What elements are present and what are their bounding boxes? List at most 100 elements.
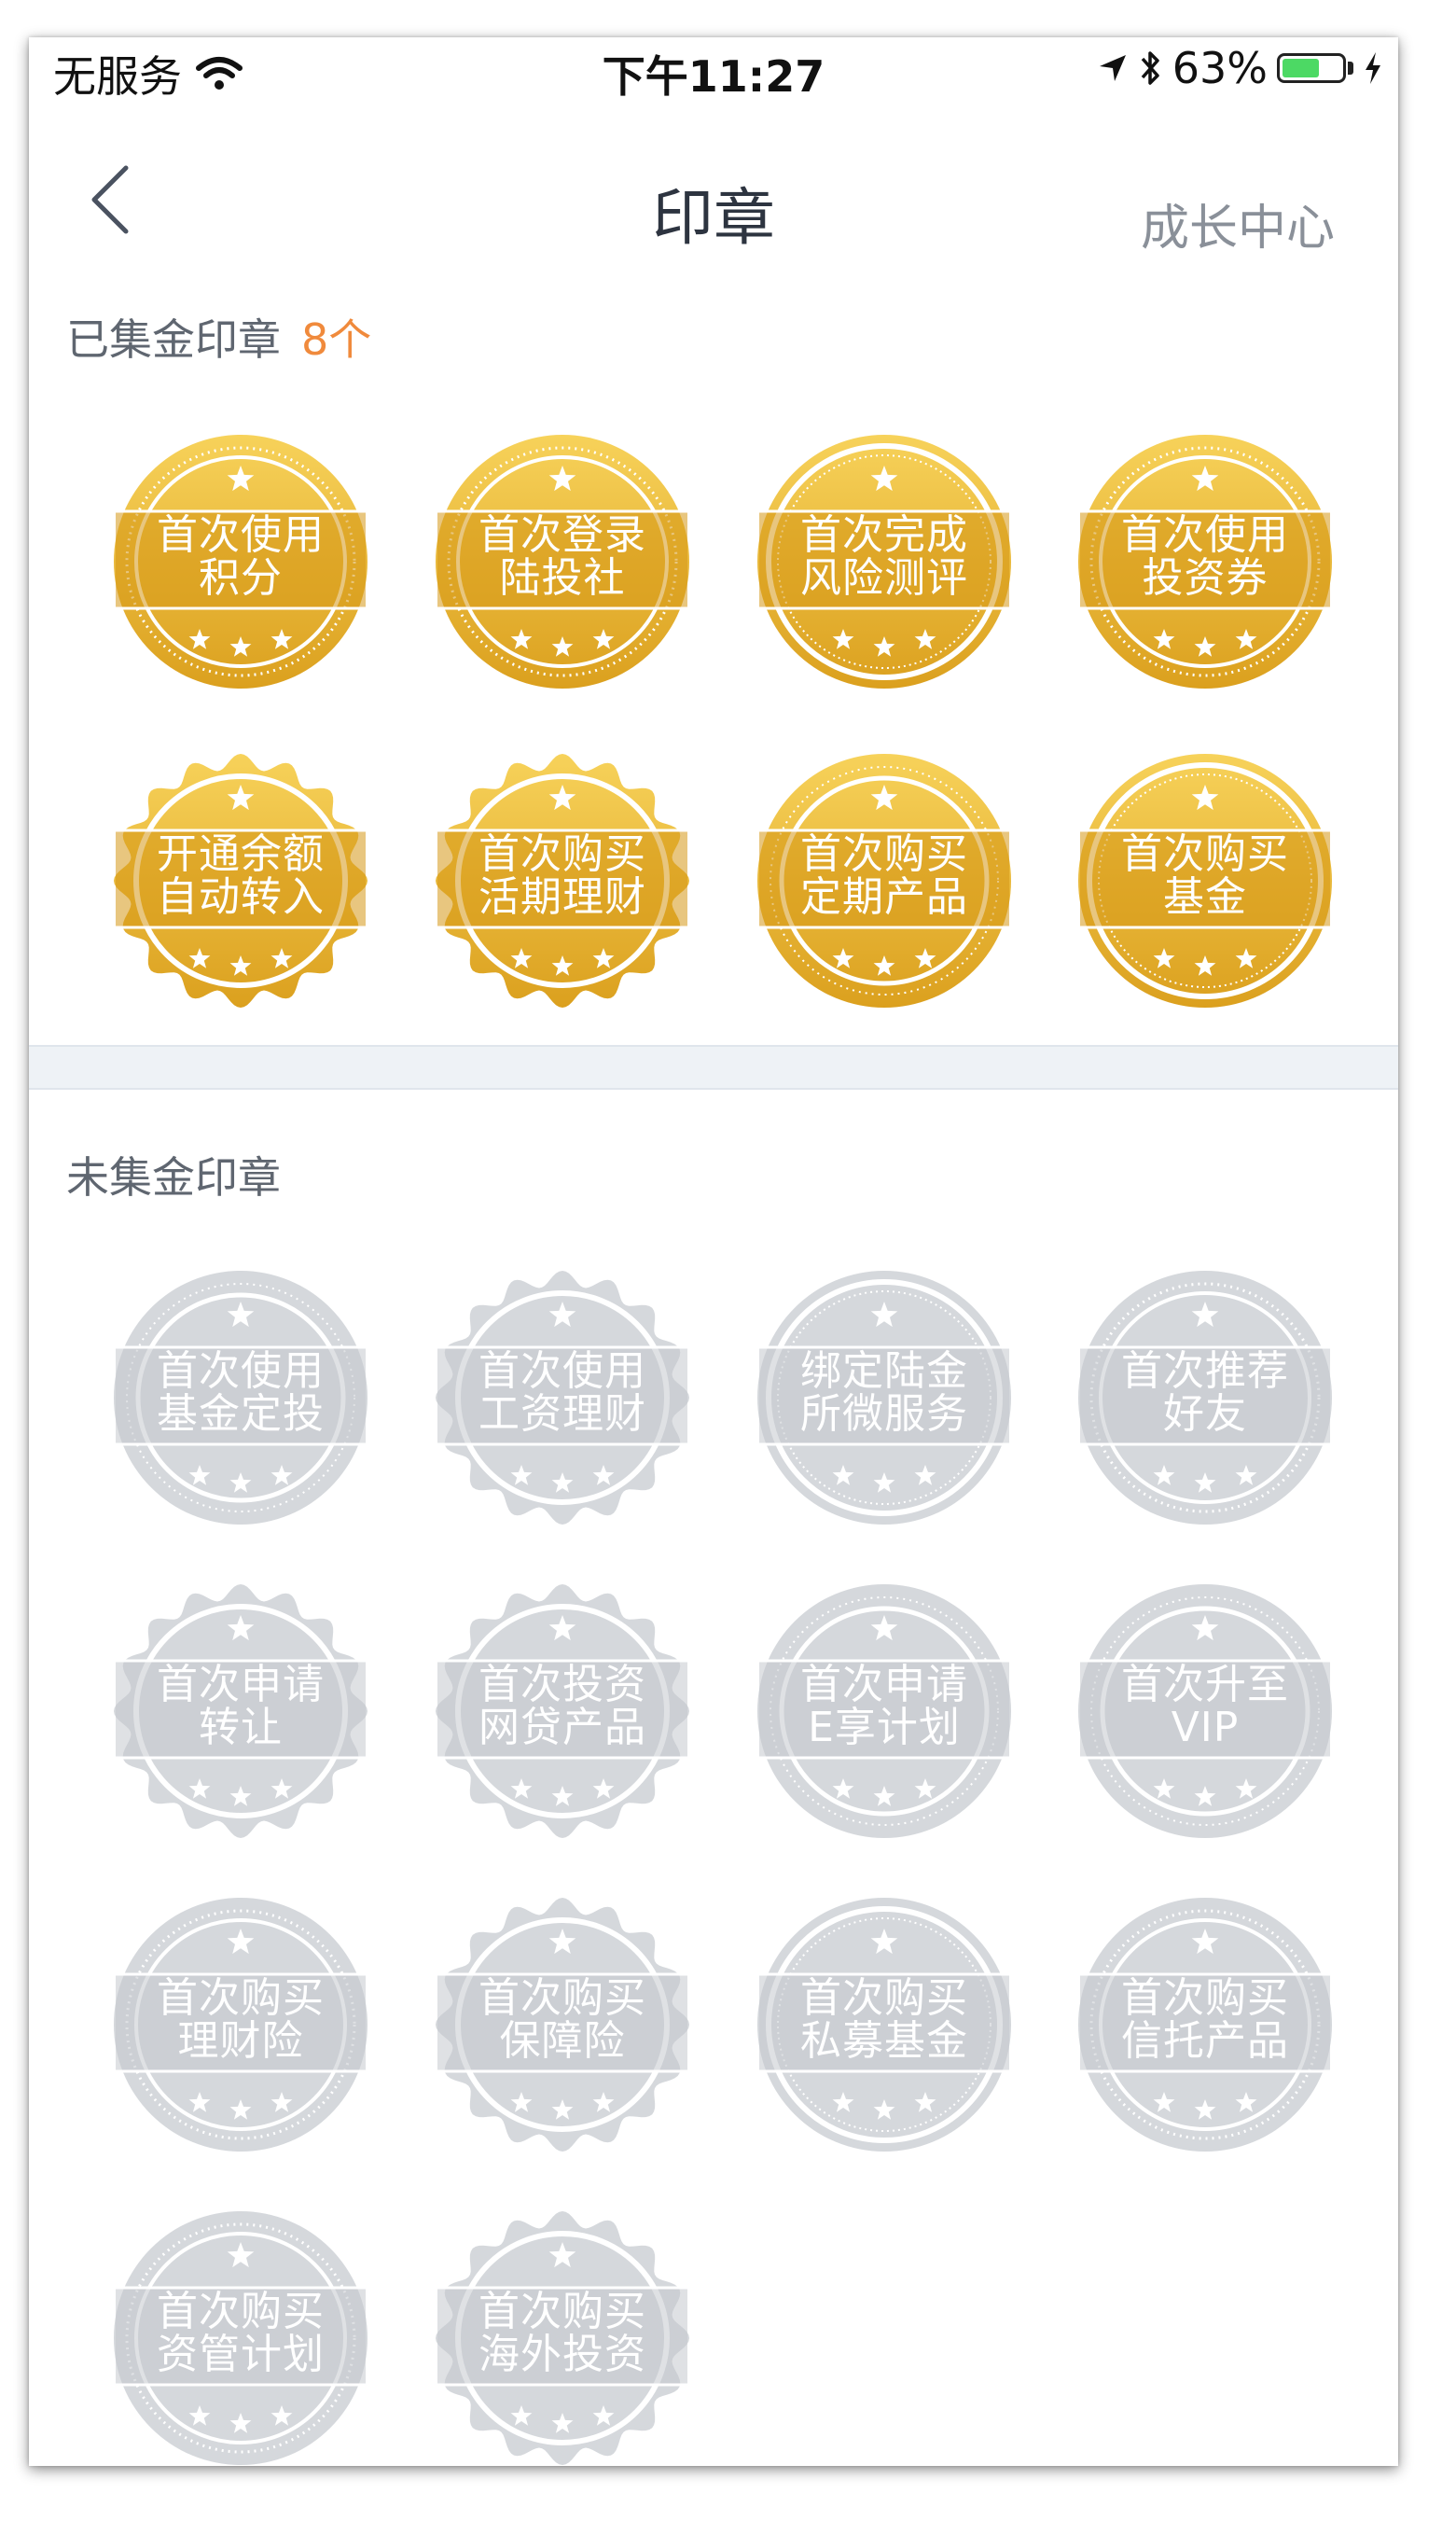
- battery-icon: [1277, 53, 1346, 83]
- stamp-label: 首次使用 基金定投: [129, 1342, 353, 1444]
- stamp-label-line2: 投资券: [1142, 554, 1269, 602]
- stamp-label-line1: 首次申请: [800, 1661, 968, 1708]
- uncollected-stamp[interactable]: 首次推荐 好友: [1075, 1267, 1336, 1528]
- stamp-label: 首次推荐 好友: [1093, 1342, 1317, 1444]
- stamp-label-line2: 基金定投: [157, 1390, 325, 1438]
- growth-center-link[interactable]: 成长中心: [1141, 188, 1335, 258]
- stamp-label: 首次购买 定期产品: [772, 825, 996, 927]
- stamp-label-line1: 首次购买: [1121, 1974, 1289, 2022]
- battery-tip: [1348, 62, 1353, 75]
- charging-bolt-icon: [1366, 52, 1380, 84]
- stamp-label-line2: 基金: [1163, 873, 1247, 921]
- stamp-label-line1: 首次购买: [800, 830, 968, 878]
- collected-stamp[interactable]: 首次购买 活期理财: [432, 750, 693, 1011]
- stamp-label-line2: 网贷产品: [478, 1704, 646, 1751]
- stamp-label-line1: 首次使用: [157, 1347, 325, 1395]
- stamp-label: 首次使用 工资理财: [451, 1342, 674, 1444]
- stamp-label-line1: 绑定陆金: [800, 1347, 968, 1395]
- stamp-label-line2: 好友: [1163, 1390, 1247, 1438]
- stamp-label-line1: 首次登录: [478, 511, 646, 559]
- uncollected-section-title: 未集金印章: [66, 1152, 281, 1203]
- stamp-label-line2: 陆投社: [499, 554, 626, 602]
- stamp-label-line2: 积分: [199, 554, 283, 602]
- stamp-label: 首次购买 资管计划: [129, 2282, 353, 2385]
- stamp-label: 首次购买 私募基金: [772, 1969, 996, 2071]
- stamp-label-line1: 首次推荐: [1121, 1347, 1289, 1395]
- stamp-label-line2: 理财险: [177, 2017, 304, 2065]
- collected-stamp[interactable]: 首次购买 基金: [1075, 750, 1336, 1011]
- uncollected-stamp[interactable]: 首次购买 私募基金: [754, 1894, 1015, 2155]
- uncollected-stamp[interactable]: 首次购买 信托产品: [1075, 1894, 1336, 2155]
- stamp-label-line1: 首次购买: [157, 1974, 325, 2022]
- stamp-label: 首次升至 VIP: [1093, 1655, 1317, 1758]
- stamp-label: 首次登录 陆投社: [451, 506, 674, 608]
- stamp-label: 首次申请 E享计划: [772, 1655, 996, 1758]
- stamp-label-line1: 首次购买: [478, 1974, 646, 2022]
- stamp-label: 首次购买 活期理财: [451, 825, 674, 927]
- uncollected-stamp[interactable]: 首次申请 转让: [110, 1581, 371, 1842]
- uncollected-stamp[interactable]: 绑定陆金 所微服务: [754, 1267, 1015, 1528]
- nav-bar: 印章 成长中心: [29, 140, 1398, 257]
- stamp-label-line1: 首次投资: [478, 1661, 646, 1708]
- uncollected-stamp[interactable]: 首次使用 基金定投: [110, 1267, 371, 1528]
- stamp-label-line1: 首次购买: [1121, 830, 1289, 878]
- stamp-label-line1: 首次使用: [1121, 511, 1289, 559]
- uncollected-stamp[interactable]: 首次投资 网贷产品: [432, 1581, 693, 1842]
- status-bar: 无服务 下午11:27 63%: [29, 37, 1398, 103]
- uncollected-stamp[interactable]: 首次购买 海外投资: [432, 2208, 693, 2466]
- stamp-label-line2: 定期产品: [800, 873, 968, 921]
- stamp-label-line2: 私募基金: [800, 2017, 968, 2065]
- section-divider: [29, 1045, 1398, 1090]
- phone-screen: 无服务 下午11:27 63% 印章 成长中心 已集金印章 8个 首次使用 积分…: [29, 37, 1398, 2466]
- stamp-label-line1: 首次使用: [157, 511, 325, 559]
- stamp-label-line2: E享计划: [808, 1704, 961, 1751]
- stamp-label-line2: 自动转入: [157, 873, 325, 921]
- collected-stamp[interactable]: 首次购买 定期产品: [754, 750, 1015, 1011]
- stamp-label-line2: 活期理财: [478, 873, 646, 921]
- uncollected-stamp[interactable]: 首次购买 理财险: [110, 1894, 371, 2155]
- stamp-label: 首次完成 风险测评: [772, 506, 996, 608]
- stamp-label: 首次购买 基金: [1093, 825, 1317, 927]
- stamp-label-line1: 首次购买: [157, 2288, 325, 2335]
- stamp-label-line2: 保障险: [499, 2017, 626, 2065]
- stamp-label-line1: 首次申请: [157, 1661, 325, 1708]
- collected-stamp[interactable]: 开通余额 自动转入: [110, 750, 371, 1011]
- stamp-label: 首次购买 海外投资: [451, 2282, 674, 2385]
- stamp-label-line1: 首次升至: [1121, 1661, 1289, 1708]
- collected-stamp[interactable]: 首次完成 风险测评: [754, 431, 1015, 692]
- location-arrow-icon: [1099, 55, 1126, 81]
- stamp-label: 首次使用 积分: [129, 506, 353, 608]
- stamp-label-line2: 信托产品: [1121, 2017, 1289, 2065]
- battery-percent: 63%: [1172, 43, 1268, 93]
- uncollected-stamp[interactable]: 首次购买 资管计划: [110, 2208, 371, 2466]
- stamp-label-line2: 转让: [199, 1704, 283, 1751]
- stamp-label-line1: 首次使用: [478, 1347, 646, 1395]
- stamp-label-line2: 工资理财: [478, 1390, 646, 1438]
- stamp-label-line2: 海外投资: [478, 2331, 646, 2378]
- collected-stamp[interactable]: 首次使用 投资券: [1075, 431, 1336, 692]
- stamp-label-line2: VIP: [1171, 1704, 1240, 1751]
- uncollected-stamp[interactable]: 首次使用 工资理财: [432, 1267, 693, 1528]
- stamp-label-line2: 所微服务: [800, 1390, 968, 1438]
- stamp-label: 首次购买 保障险: [451, 1969, 674, 2071]
- collected-title-text: 已集金印章: [66, 314, 281, 365]
- stamp-label-line1: 首次购买: [478, 2288, 646, 2335]
- uncollected-stamp[interactable]: 首次购买 保障险: [432, 1894, 693, 2155]
- collected-count: 8个: [301, 314, 372, 365]
- stamp-label-line2: 风险测评: [800, 554, 968, 602]
- stamp-label-line1: 首次购买: [800, 1974, 968, 2022]
- collected-stamp[interactable]: 首次登录 陆投社: [432, 431, 693, 692]
- collected-stamp[interactable]: 首次使用 积分: [110, 431, 371, 692]
- stamp-label: 绑定陆金 所微服务: [772, 1342, 996, 1444]
- collected-section-title: 已集金印章 8个: [66, 306, 371, 368]
- stamp-label: 首次投资 网贷产品: [451, 1655, 674, 1758]
- bluetooth-icon: [1141, 51, 1159, 85]
- uncollected-stamp[interactable]: 首次升至 VIP: [1075, 1581, 1336, 1842]
- stamp-label: 开通余额 自动转入: [129, 825, 353, 927]
- stamp-label-line1: 开通余额: [157, 830, 325, 878]
- battery-fill: [1283, 59, 1320, 77]
- stamp-label: 首次申请 转让: [129, 1655, 353, 1758]
- stamp-label-line2: 资管计划: [157, 2331, 325, 2378]
- stamp-label: 首次使用 投资券: [1093, 506, 1317, 608]
- uncollected-stamp[interactable]: 首次申请 E享计划: [754, 1581, 1015, 1842]
